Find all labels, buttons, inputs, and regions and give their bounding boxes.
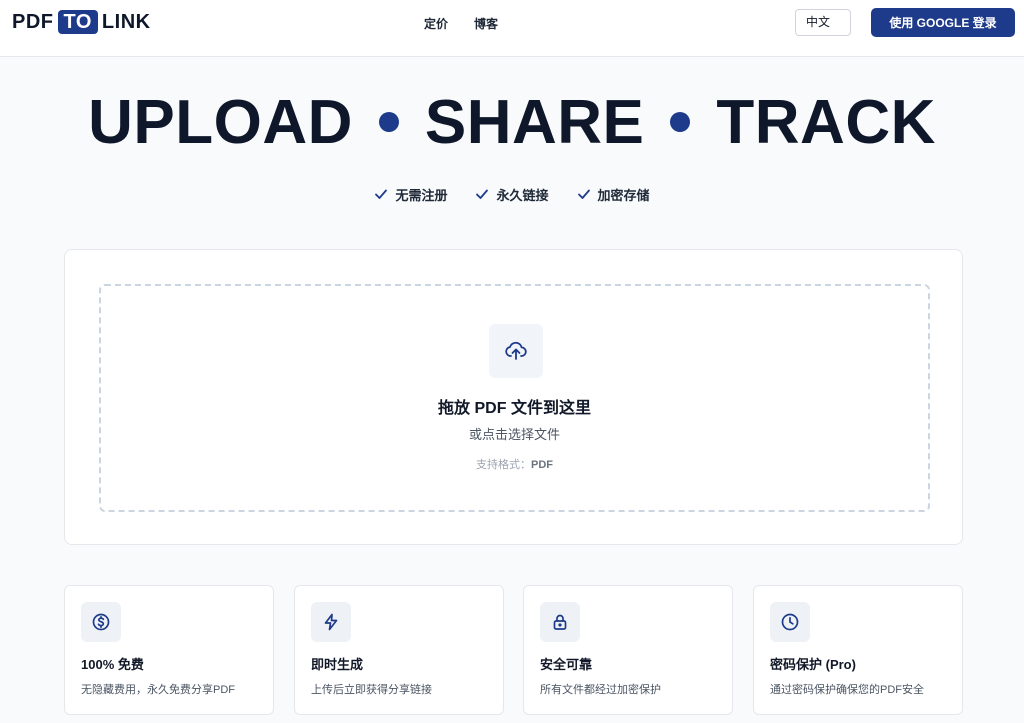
lock-icon: [540, 602, 580, 642]
language-select[interactable]: 中文: [795, 9, 851, 36]
cloud-upload-icon: [489, 324, 543, 378]
dropzone-title: 拖放 PDF 文件到这里: [438, 400, 591, 417]
check-label: 无需注册: [395, 187, 448, 203]
logo-text-to: TO: [57, 10, 98, 34]
check-icon: [375, 189, 388, 199]
logo-text-link: LINK: [101, 10, 151, 33]
dollar-icon: [81, 602, 121, 642]
top-header: PDF TO LINK 定价 博客 中文 使用 GOOGLE 登录: [0, 0, 1024, 57]
feature-card-free: 100% 免费 无隐藏费用，永久免费分享PDF: [64, 585, 274, 715]
upload-card: 拖放 PDF 文件到这里 或点击选择文件 支持格式：PDF: [64, 249, 963, 545]
feature-desc: 通过密码保护确保您的PDF安全: [770, 684, 924, 696]
nav-link-pricing[interactable]: 定价: [424, 15, 448, 32]
feature-card-secure: 安全可靠 所有文件都经过加密保护: [523, 585, 733, 715]
dropzone-subtitle: 或点击选择文件: [468, 427, 560, 442]
check-icon: [476, 189, 489, 199]
main-nav: 定价 博客: [424, 15, 498, 32]
format-label: 支持格式：: [476, 459, 531, 471]
check-label: 永久链接: [496, 187, 549, 203]
feature-checklist: 无需注册 永久链接 加密存储: [0, 184, 1024, 204]
google-login-button[interactable]: 使用 GOOGLE 登录: [871, 8, 1015, 37]
clock-icon: [770, 602, 810, 642]
logo-text-pdf: PDF: [12, 10, 54, 33]
feature-title: 安全可靠: [540, 657, 593, 672]
feature-desc: 无隐藏费用，永久免费分享PDF: [81, 684, 235, 696]
feature-desc: 上传后立即获得分享链接: [311, 684, 432, 696]
feature-card-instant: 即时生成 上传后立即获得分享链接: [294, 585, 504, 715]
check-item: 加密存储: [577, 184, 650, 204]
check-label: 加密存储: [597, 187, 650, 203]
feature-desc: 所有文件都经过加密保护: [540, 684, 661, 696]
hero-word-share: SHARE: [424, 87, 645, 157]
supported-format: 支持格式：PDF: [101, 456, 928, 472]
nav-link-blog[interactable]: 博客: [474, 15, 498, 32]
hero-separator-dot: [378, 112, 399, 132]
feature-title: 即时生成: [311, 657, 364, 672]
hero-headline: UPLOAD SHARE TRACK: [0, 82, 1024, 162]
feature-title: 密码保护 (Pro): [770, 657, 856, 672]
check-item: 无需注册: [374, 184, 447, 204]
feature-card-password: 密码保护 (Pro) 通过密码保护确保您的PDF安全: [753, 585, 963, 715]
format-value: PDF: [531, 459, 553, 471]
lightning-icon: [311, 602, 351, 642]
hero-word-track: TRACK: [716, 87, 936, 157]
check-item: 永久链接: [475, 184, 549, 204]
logo[interactable]: PDF TO LINK: [12, 10, 151, 34]
check-icon: [577, 189, 590, 199]
feature-title: 100% 免费: [81, 657, 144, 672]
pdf-dropzone[interactable]: 拖放 PDF 文件到这里 或点击选择文件 支持格式：PDF: [99, 284, 930, 512]
hero-word-upload: UPLOAD: [88, 87, 353, 157]
hero-separator-dot: [670, 112, 691, 132]
